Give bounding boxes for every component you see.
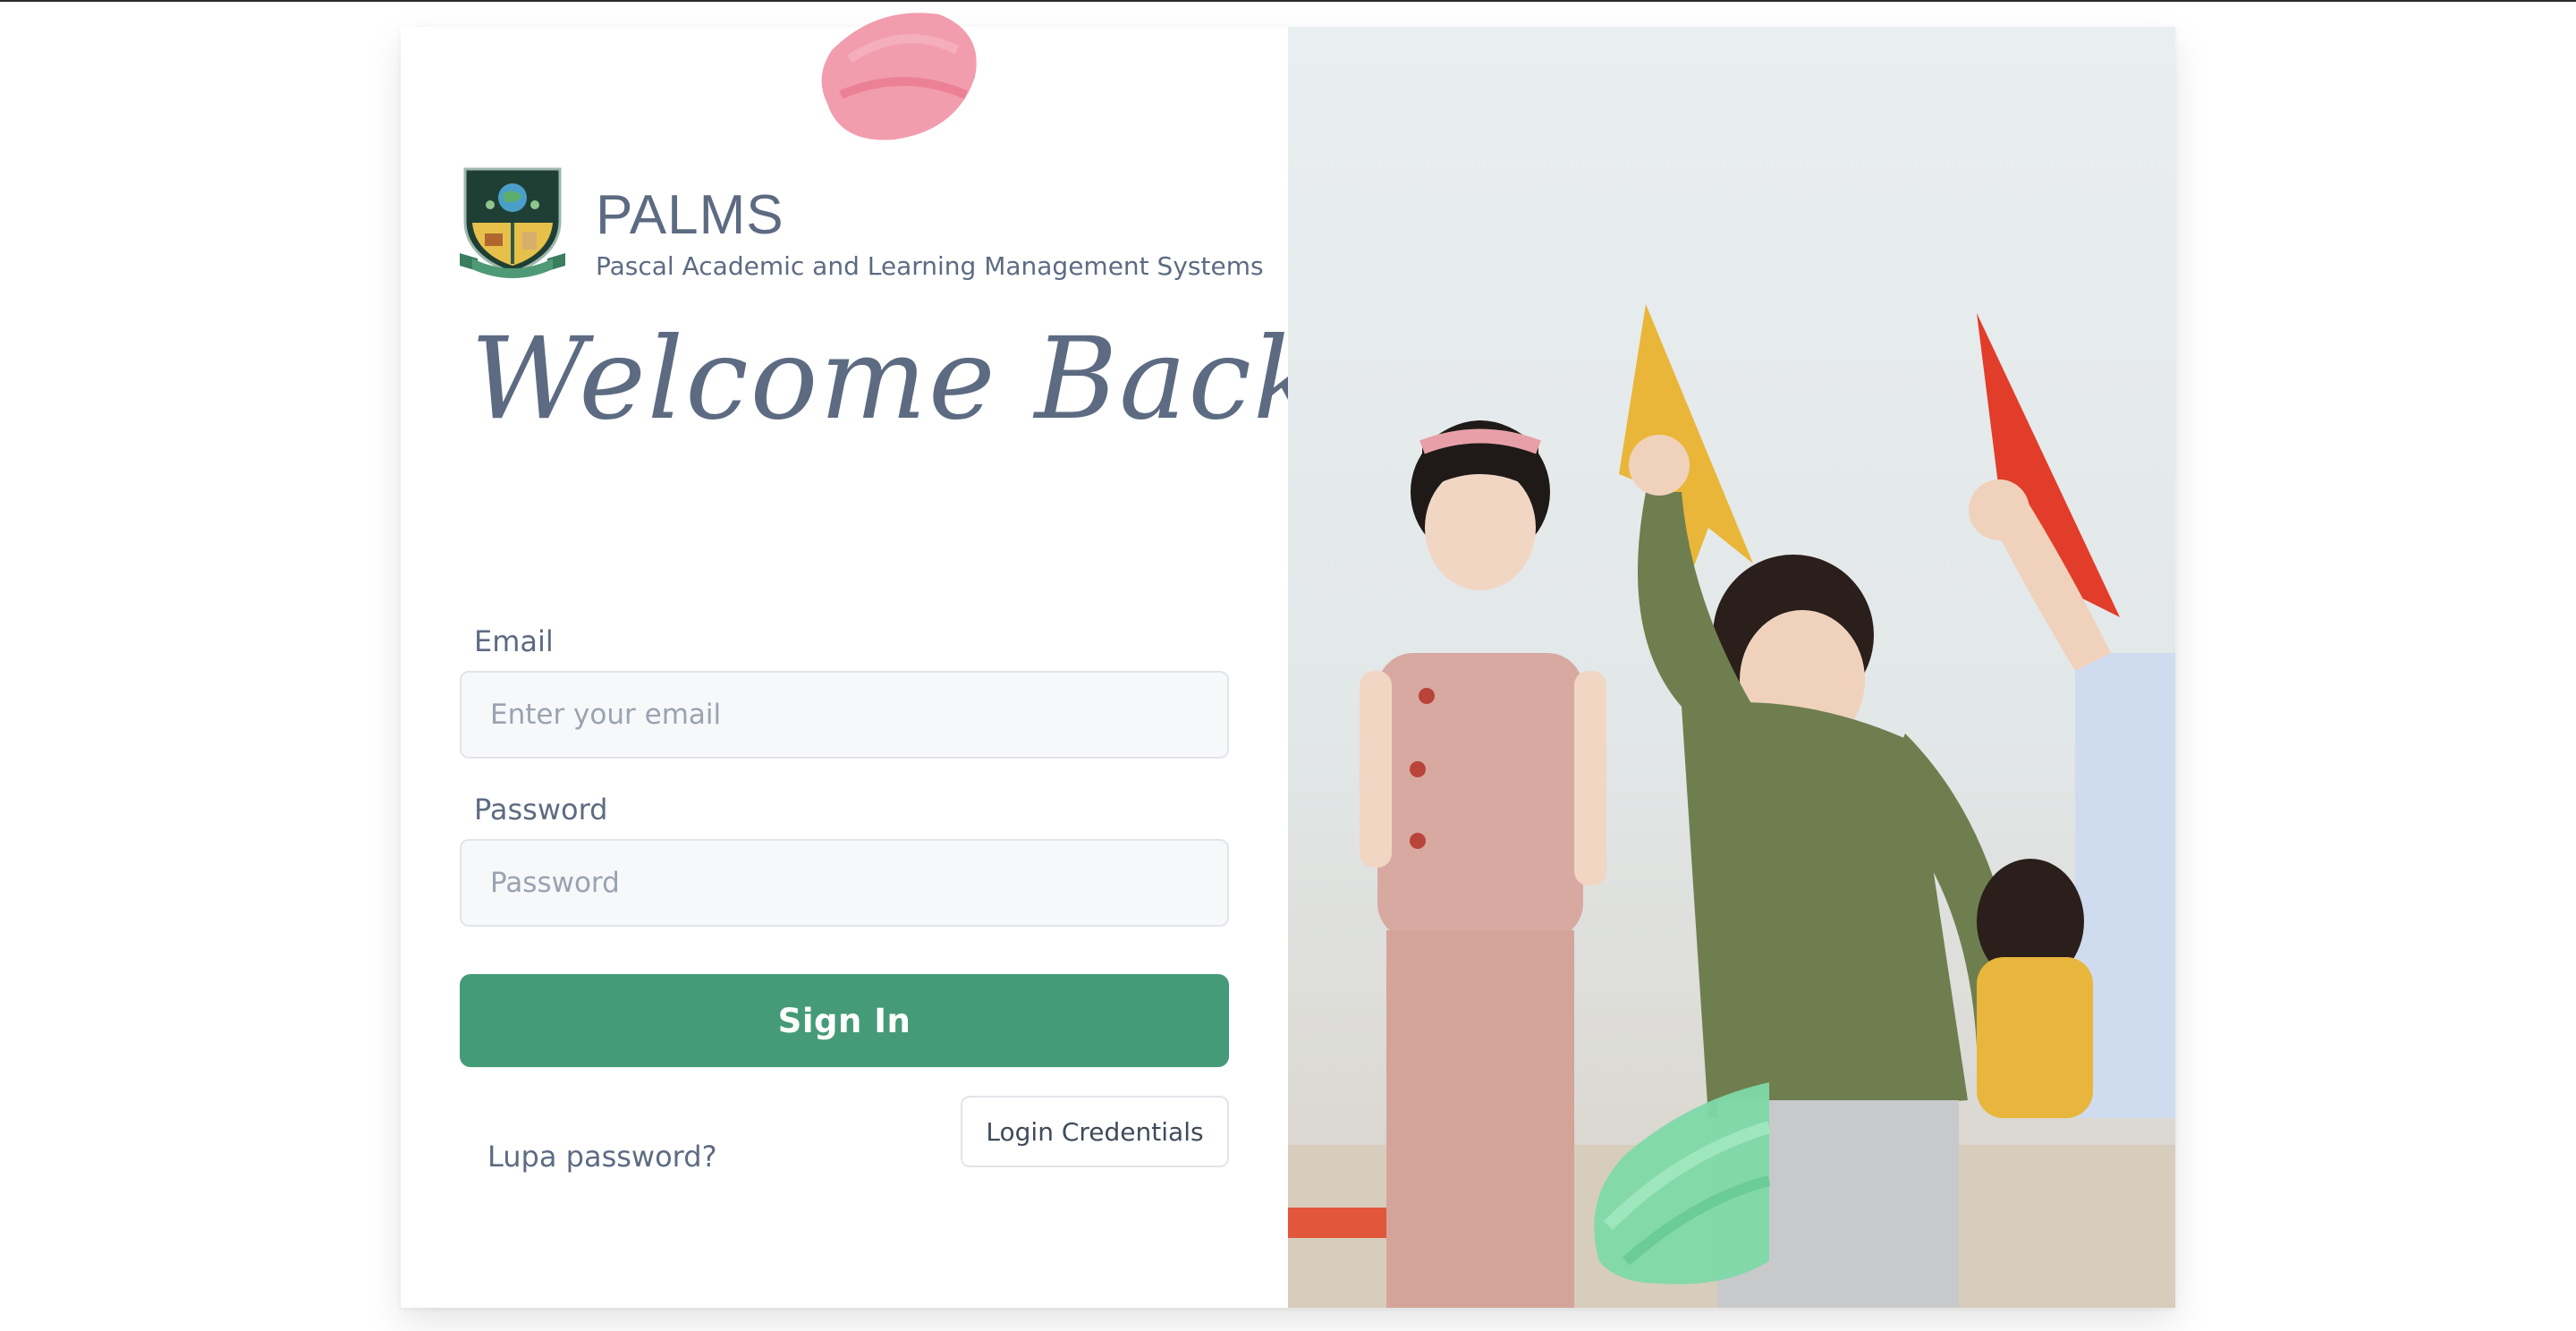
login-card: PALMS Pascal Academic and Learning Manag… bbox=[401, 27, 2175, 1308]
email-field[interactable] bbox=[460, 671, 1229, 759]
password-label: Password bbox=[474, 793, 608, 827]
pink-paint-decoration bbox=[821, 13, 977, 140]
school-crest-icon bbox=[460, 167, 565, 278]
sign-in-button[interactable]: Sign In bbox=[460, 974, 1229, 1067]
email-label: Email bbox=[474, 624, 554, 658]
welcome-heading: Welcome Back bbox=[470, 313, 1324, 445]
brand-name: PALMS bbox=[596, 184, 784, 246]
login-credentials-button[interactable]: Login Credentials bbox=[961, 1096, 1229, 1167]
login-panel: PALMS Pascal Academic and Learning Manag… bbox=[401, 27, 1321, 1308]
forgot-password-link[interactable]: Lupa password? bbox=[487, 1140, 717, 1174]
top-border bbox=[0, 0, 2576, 2]
green-paint-decoration bbox=[1594, 1082, 1772, 1284]
brand-subtitle: Pascal Academic and Learning Management … bbox=[596, 251, 1264, 281]
password-field[interactable] bbox=[460, 839, 1229, 927]
